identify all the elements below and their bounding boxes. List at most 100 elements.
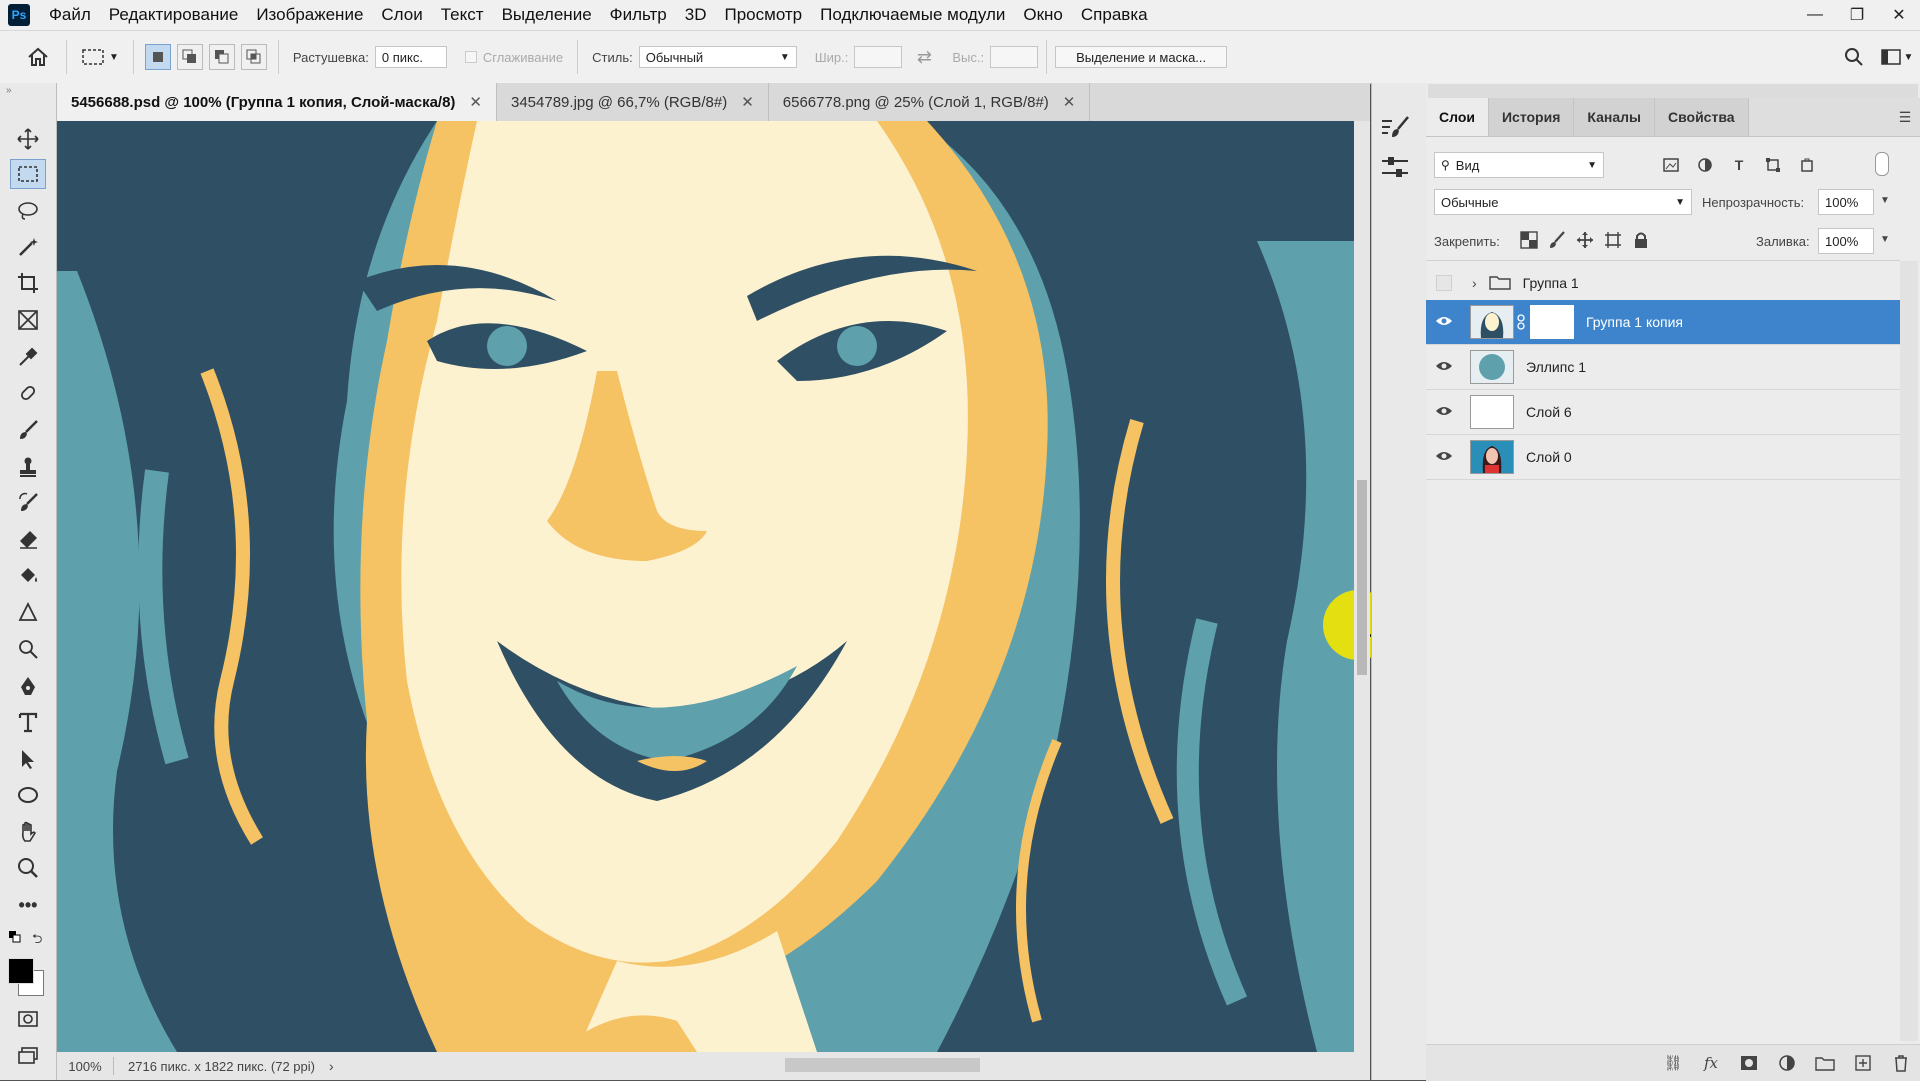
- eye-icon[interactable]: [1435, 359, 1453, 375]
- menu-select[interactable]: Выделение: [493, 0, 601, 30]
- workspace-icon[interactable]: ▼: [1874, 49, 1920, 65]
- layer-row-layer-0[interactable]: Слой 0: [1426, 435, 1900, 480]
- layer-row-ellipse-1[interactable]: Эллипс 1: [1426, 345, 1900, 390]
- adjustment-layer-icon[interactable]: [1768, 1055, 1806, 1071]
- menu-file[interactable]: Файл: [40, 0, 100, 30]
- close-tab-icon[interactable]: ✕: [469, 93, 482, 111]
- tab-history[interactable]: История: [1488, 98, 1575, 136]
- menu-image[interactable]: Изображение: [247, 0, 372, 30]
- adjustment-filter-icon[interactable]: [1694, 154, 1716, 176]
- chevron-right-icon[interactable]: ›: [1472, 275, 1477, 291]
- menu-filter[interactable]: Фильтр: [601, 0, 676, 30]
- ellipse-icon[interactable]: [10, 780, 46, 810]
- eye-icon[interactable]: [1435, 449, 1453, 465]
- lock-position-icon[interactable]: [1576, 231, 1594, 252]
- eye-icon[interactable]: [1435, 404, 1453, 420]
- lock-paint-icon[interactable]: [1548, 231, 1566, 252]
- home-icon[interactable]: [18, 47, 58, 67]
- zoom-icon[interactable]: [10, 853, 46, 883]
- tab-document-2[interactable]: 3454789.jpg @ 66,7% (RGB/8#) ✕: [497, 83, 769, 121]
- tab-channels[interactable]: Каналы: [1574, 98, 1655, 136]
- add-mask-icon[interactable]: [1730, 1055, 1768, 1071]
- history-brush-icon[interactable]: [10, 488, 46, 518]
- menu-layers[interactable]: Слои: [372, 0, 431, 30]
- select-and-mask-button[interactable]: Выделение и маска...: [1055, 46, 1228, 68]
- width-input[interactable]: [854, 46, 903, 68]
- menu-type[interactable]: Текст: [432, 0, 493, 30]
- close-icon[interactable]: ✕: [1878, 0, 1920, 30]
- link-layers-icon[interactable]: ⛓: [1654, 1054, 1692, 1072]
- foreground-color-swatch[interactable]: [8, 958, 34, 984]
- path-select-icon[interactable]: [10, 744, 46, 774]
- collapse-icon[interactable]: »: [6, 85, 12, 96]
- lock-artboard-icon[interactable]: [1604, 231, 1622, 252]
- layer-row-layer-6[interactable]: Слой 6: [1426, 390, 1900, 435]
- close-tab-icon[interactable]: ✕: [1063, 93, 1076, 111]
- layer-row-group-1-copy[interactable]: Группа 1 копия: [1426, 300, 1900, 345]
- visibility-toggle-empty[interactable]: [1436, 275, 1452, 291]
- tab-document-1[interactable]: 5456688.psd @ 100% (Группа 1 копия, Слой…: [57, 83, 497, 121]
- menu-plugins[interactable]: Подключаемые модули: [811, 0, 1014, 30]
- crop-icon[interactable]: [10, 268, 46, 298]
- new-selection-icon[interactable]: [144, 44, 171, 70]
- blend-mode-select[interactable]: Обычные ▼: [1434, 189, 1692, 215]
- close-tab-icon[interactable]: ✕: [741, 93, 754, 111]
- zoom-level[interactable]: 100%: [57, 1059, 113, 1074]
- lock-transparent-icon[interactable]: [1520, 231, 1538, 252]
- chevron-down-icon[interactable]: ▼: [1880, 195, 1890, 206]
- minimize-icon[interactable]: —: [1794, 0, 1836, 30]
- brush-settings-icon[interactable]: [1380, 115, 1410, 146]
- layer-effects-icon[interactable]: fx: [1692, 1054, 1730, 1072]
- swap-colors-icon[interactable]: ⮌: [32, 930, 42, 952]
- menu-window[interactable]: Окно: [1014, 0, 1072, 30]
- smart-object-filter-icon[interactable]: [1796, 154, 1818, 176]
- search-icon[interactable]: [1834, 47, 1874, 67]
- layer-mask-thumbnail[interactable]: [1530, 305, 1574, 339]
- tab-document-3[interactable]: 6566778.png @ 25% (Слой 1, RGB/8#) ✕: [769, 83, 1091, 121]
- magic-wand-icon[interactable]: [10, 232, 46, 262]
- frame-icon[interactable]: [10, 305, 46, 335]
- layer-filter-select[interactable]: ⚲ Вид ▼: [1434, 152, 1604, 178]
- tab-layers[interactable]: Слои: [1426, 98, 1489, 136]
- new-layer-icon[interactable]: [1844, 1055, 1882, 1071]
- type-filter-icon[interactable]: T: [1728, 154, 1750, 176]
- pen-icon[interactable]: [10, 671, 46, 701]
- mask-link-icon[interactable]: [1514, 314, 1528, 330]
- more-icon[interactable]: •••: [10, 890, 46, 920]
- type-icon[interactable]: [10, 707, 46, 737]
- menu-help[interactable]: Справка: [1072, 0, 1157, 30]
- dodge-icon[interactable]: [10, 634, 46, 664]
- marquee-icon[interactable]: [10, 159, 46, 189]
- lasso-icon[interactable]: [10, 196, 46, 226]
- lock-all-icon[interactable]: [1632, 231, 1650, 252]
- brush-icon[interactable]: [10, 415, 46, 445]
- marquee-preset-icon[interactable]: ▼: [81, 48, 119, 66]
- canvas[interactable]: [57, 121, 1354, 1052]
- move-icon[interactable]: [10, 124, 46, 154]
- hand-icon[interactable]: [10, 817, 46, 847]
- filter-toggle[interactable]: [1875, 152, 1889, 176]
- fill-input[interactable]: 100%: [1818, 228, 1874, 254]
- paint-bucket-icon[interactable]: [10, 561, 46, 591]
- chevron-right-icon[interactable]: ›: [329, 1058, 334, 1074]
- horizontal-scroll-thumb[interactable]: [785, 1058, 980, 1072]
- layers-scrollbar[interactable]: [1900, 261, 1918, 1041]
- eye-icon[interactable]: [1435, 314, 1453, 330]
- opacity-input[interactable]: 100%: [1818, 189, 1874, 215]
- default-colors-icon[interactable]: [8, 930, 22, 947]
- antialias-checkbox[interactable]: [464, 51, 477, 63]
- panel-menu-icon[interactable]: ☰: [1890, 98, 1920, 136]
- restore-icon[interactable]: ❐: [1836, 0, 1878, 30]
- menu-view[interactable]: Просмотр: [716, 0, 812, 30]
- blur-icon[interactable]: [10, 598, 46, 628]
- eyedropper-icon[interactable]: [10, 342, 46, 372]
- style-select[interactable]: Обычный ▼: [638, 46, 797, 68]
- shape-filter-icon[interactable]: [1762, 154, 1784, 176]
- quick-mask-icon[interactable]: [10, 1004, 46, 1034]
- subtract-selection-icon[interactable]: [208, 44, 235, 70]
- feather-input[interactable]: 0 пикс.: [374, 46, 447, 68]
- menu-3d[interactable]: 3D: [676, 0, 716, 30]
- intersect-selection-icon[interactable]: [240, 44, 267, 70]
- pixel-filter-icon[interactable]: [1660, 154, 1682, 176]
- swap-icon[interactable]: ⇄: [902, 47, 946, 68]
